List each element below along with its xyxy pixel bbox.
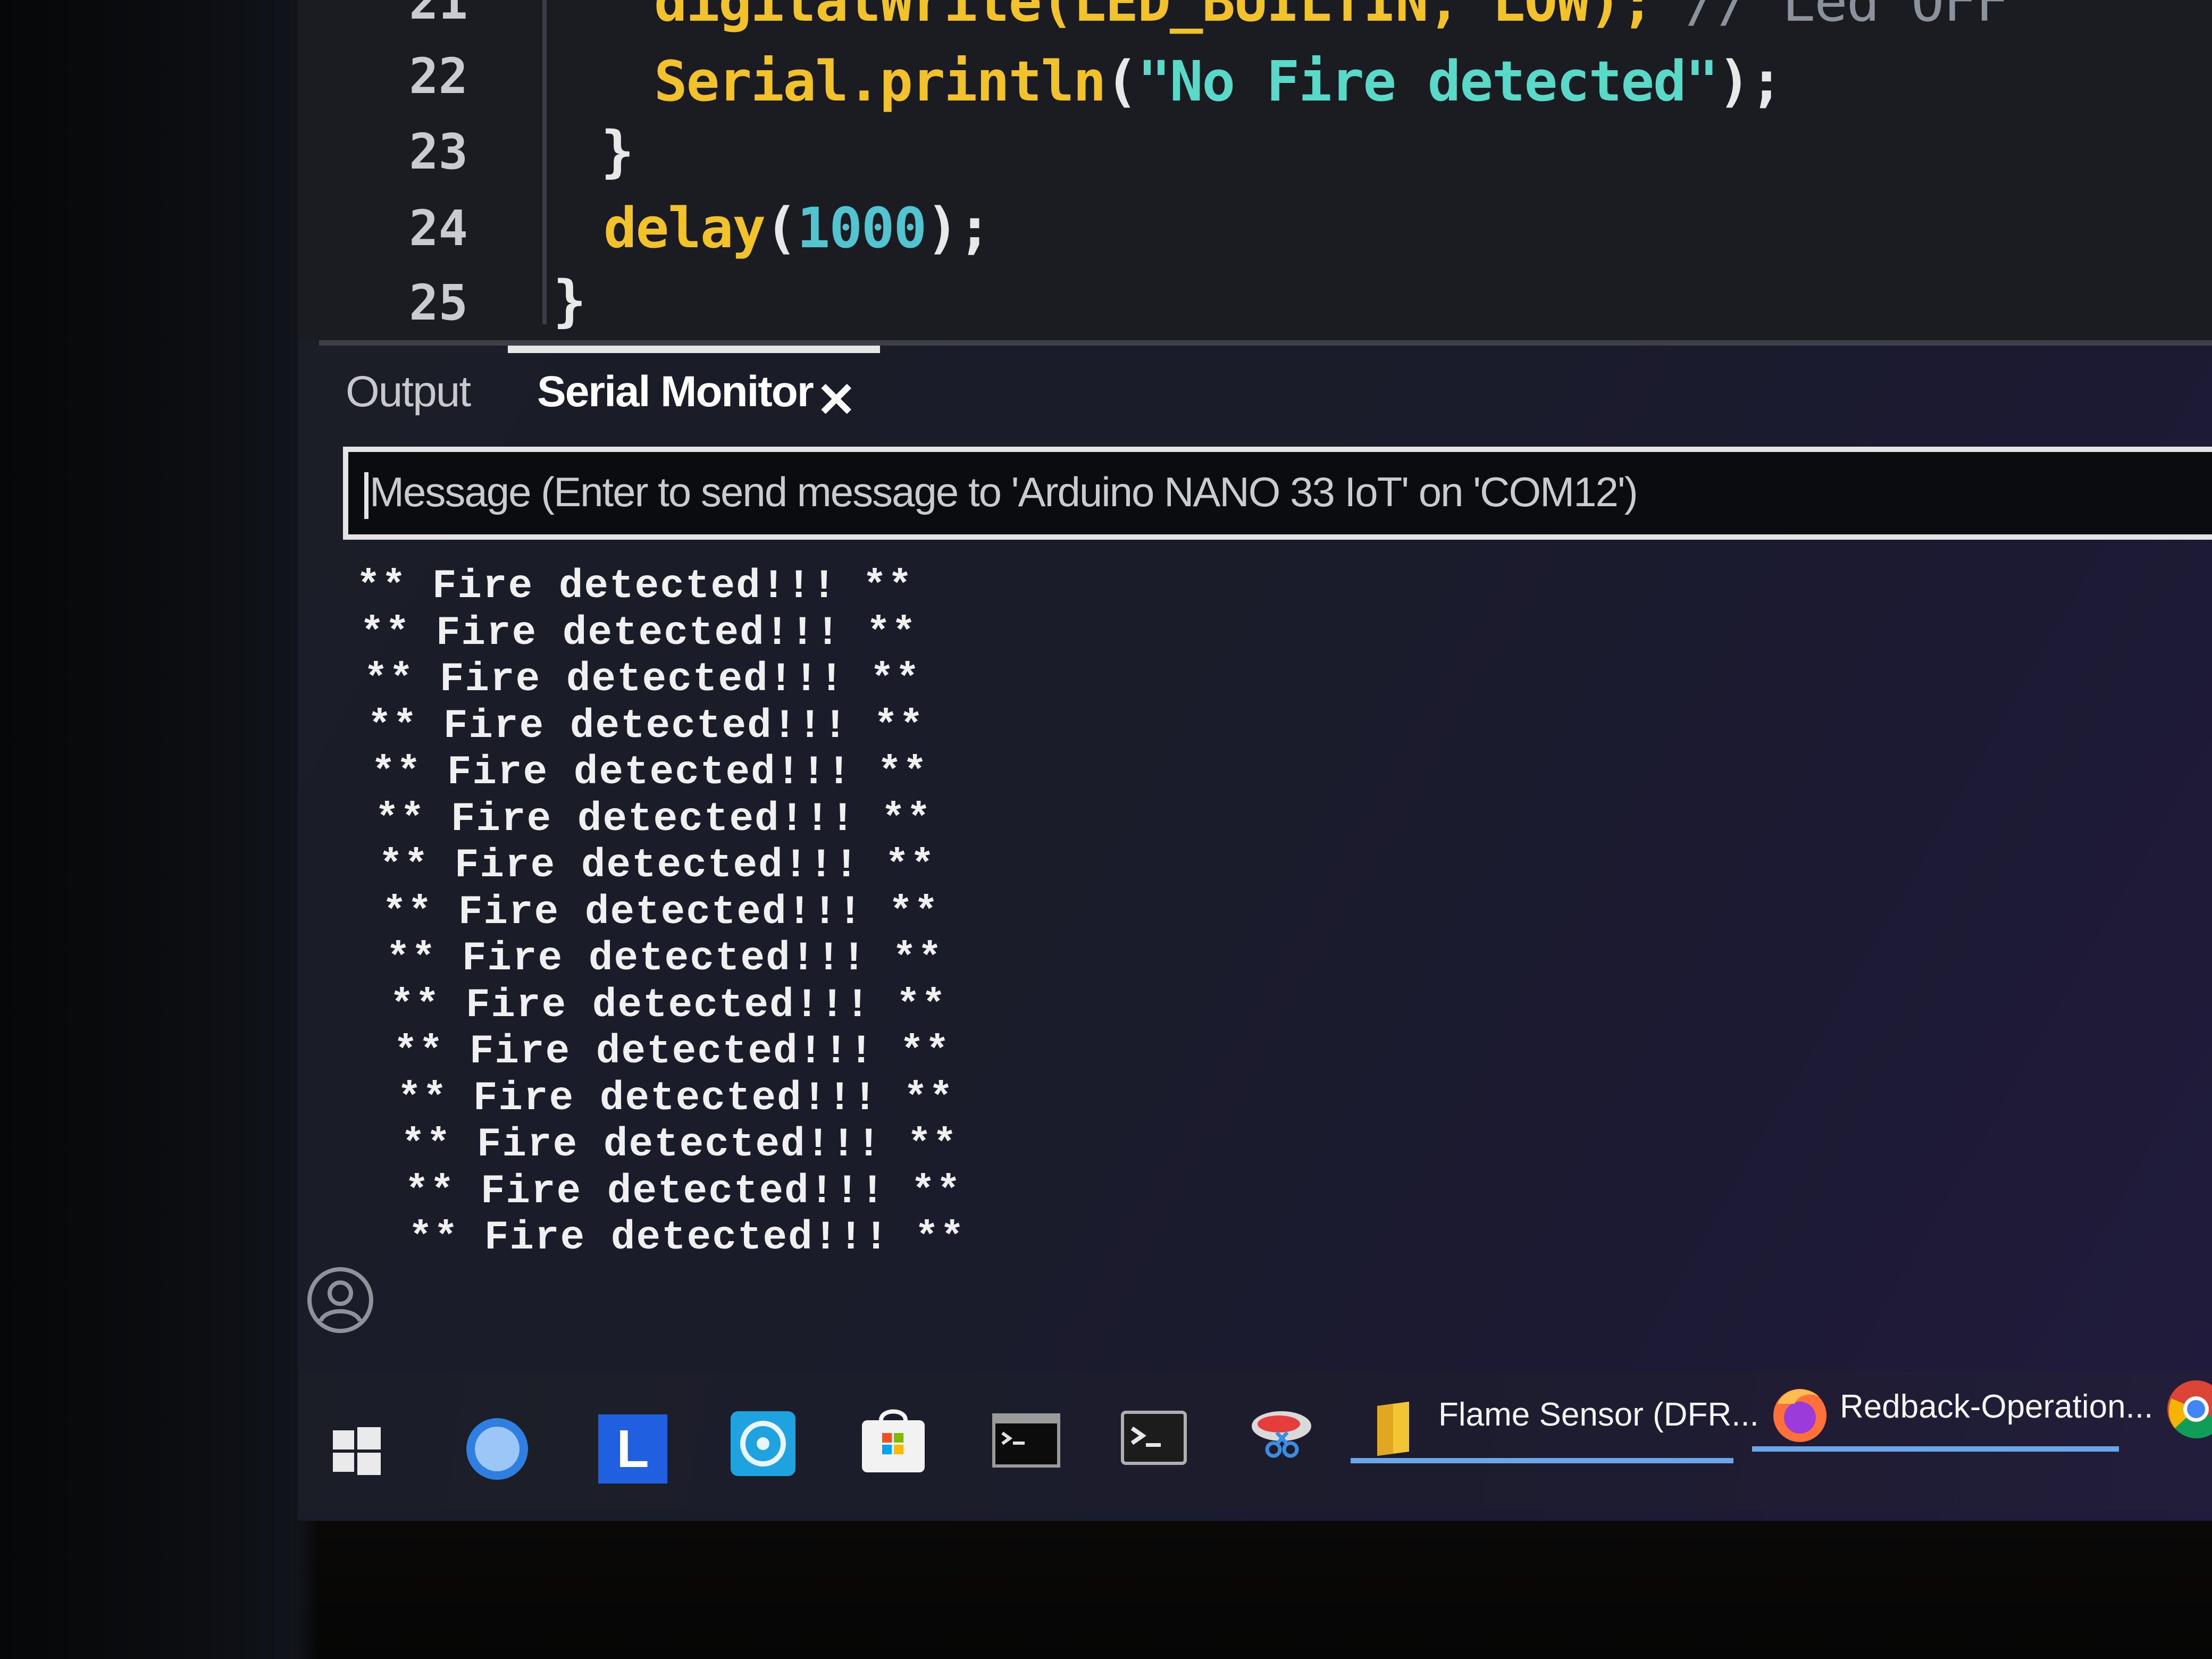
tab-serial-monitor[interactable]: Serial Monitor — [537, 367, 814, 417]
serial-log-line: ** Fire detected!!! ** — [393, 1029, 951, 1075]
terminal-icon[interactable] — [1119, 1404, 1188, 1473]
code-token: (LED_BUILTIN, LOW); — [1041, 0, 1654, 34]
code-token: ); — [1717, 49, 1783, 114]
code-token: delay — [604, 196, 766, 261]
serial-log-line: ** Fire detected!!! ** — [386, 936, 943, 982]
code-comment: // Led OFF — [1685, 0, 2009, 34]
code-number: 1000 — [797, 196, 927, 261]
serial-log-line: ** Fire detected!!! ** — [367, 703, 925, 749]
code-token: ); — [926, 196, 991, 261]
code-line-24[interactable]: delay(1000); — [604, 196, 991, 261]
serial-log-line: ** Fire detected!!! ** — [408, 1215, 966, 1261]
l-app-icon[interactable]: L — [598, 1414, 667, 1484]
indent-guide — [542, 0, 547, 324]
arduino-icon[interactable] — [728, 1409, 798, 1478]
code-line-21[interactable]: digitalWrite(LED_BUILTIN, LOW); // Led O… — [654, 0, 2009, 34]
snipping-tool-icon[interactable] — [1247, 1398, 1316, 1468]
serial-log-line: ** Fire detected!!! ** — [401, 1122, 958, 1168]
code-token: } — [553, 269, 586, 333]
code-token: digitalWrite — [654, 0, 1042, 34]
serial-log-line: ** Fire detected!!! ** — [379, 843, 936, 889]
panel-resize-handle[interactable] — [319, 340, 2212, 346]
code-token: Serial.println — [654, 49, 1107, 114]
active-tab-indicator — [508, 346, 880, 353]
line-number: 25 — [409, 274, 468, 331]
code-token: } — [601, 119, 634, 184]
code-line-25[interactable]: } — [553, 269, 586, 333]
firefox-icon[interactable] — [1768, 1382, 1832, 1446]
chrome-icon[interactable] — [2164, 1377, 2212, 1441]
l-app-letter: L — [616, 1419, 649, 1479]
taskbar-active-underline — [1351, 1458, 1733, 1463]
code-string: "No Fire detected" — [1137, 49, 1719, 114]
code-line-22[interactable]: Serial.println("No Fire detected"); — [654, 49, 1783, 114]
serial-log-line: ** Fire detected!!! ** — [382, 889, 940, 935]
cortana-icon[interactable] — [463, 1414, 532, 1484]
serial-log-line: ** Fire detected!!! ** — [371, 750, 928, 795]
store-icon[interactable] — [859, 1406, 928, 1476]
line-number: 23 — [409, 123, 468, 180]
serial-log-line: ** Fire detected!!! ** — [405, 1168, 962, 1214]
serial-log-line: ** Fire detected!!! ** — [360, 610, 917, 656]
serial-output-log[interactable]: ** Fire detected!!! ** ** Fire detected!!… — [356, 564, 2164, 1329]
taskbar-window-label[interactable]: Redback-Operation... — [1840, 1388, 2153, 1426]
message-placeholder: Message (Enter to send message to 'Ardui… — [370, 468, 1638, 515]
code-line-23[interactable]: } — [601, 119, 634, 184]
serial-log-line: ** Fire detected!!! ** — [397, 1075, 954, 1121]
serial-log-line: ** Fire detected!!! ** — [375, 796, 932, 842]
cmd-icon[interactable] — [992, 1406, 1061, 1476]
windows-start-icon[interactable] — [330, 1425, 383, 1478]
code-token: ( — [1105, 49, 1139, 114]
tab-output[interactable]: Output — [346, 367, 471, 417]
file-explorer-icon[interactable] — [1372, 1398, 1414, 1457]
line-number: 22 — [409, 48, 468, 105]
text-cursor — [364, 472, 368, 519]
code-token: ( — [765, 196, 798, 261]
serial-log-line: ** Fire detected!!! ** — [390, 982, 947, 1028]
serial-log-line: ** Fire detected!!! ** — [364, 657, 921, 702]
serial-message-input[interactable]: Message (Enter to send message to 'Ardui… — [343, 447, 2212, 540]
taskbar-active-underline — [1752, 1446, 2119, 1452]
serial-log-line: ** Fire detected!!! ** — [356, 564, 914, 609]
account-icon[interactable] — [306, 1266, 375, 1335]
line-number: 21 — [409, 0, 468, 30]
close-icon[interactable]: ✕ — [816, 372, 856, 428]
taskbar-window-label[interactable]: Flame Sensor (DFR... — [1438, 1396, 1759, 1434]
line-number: 24 — [409, 200, 468, 257]
